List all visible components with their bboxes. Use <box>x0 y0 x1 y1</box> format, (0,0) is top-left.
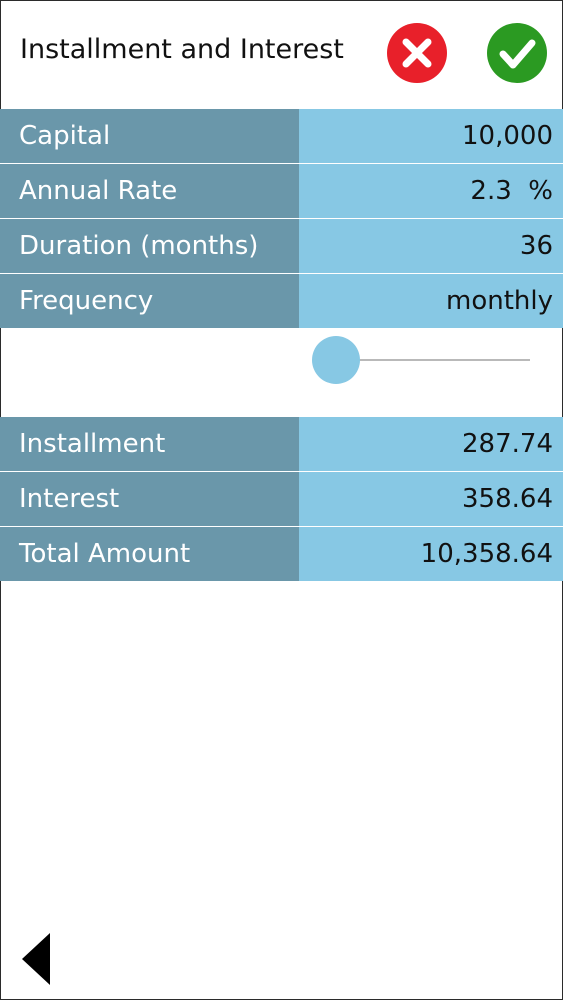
frequency-selector[interactable]: monthly <box>299 274 563 328</box>
slider-track[interactable] <box>336 359 530 361</box>
duration-row: Duration (months) 36 <box>0 219 563 274</box>
back-button[interactable] <box>20 931 52 987</box>
slider-thumb[interactable] <box>312 336 360 384</box>
check-icon <box>487 23 547 83</box>
interest-row: Interest 358.64 <box>0 472 563 527</box>
installment-label: Installment <box>0 417 299 471</box>
total-amount-label: Total Amount <box>0 527 299 581</box>
capital-label: Capital <box>0 109 299 163</box>
capital-field[interactable]: 10,000 <box>299 109 563 163</box>
annual-rate-row: Annual Rate 2.3 % <box>0 164 563 219</box>
duration-field[interactable]: 36 <box>299 219 563 273</box>
capital-row: Capital 10,000 <box>0 109 563 164</box>
back-arrow-icon <box>22 933 50 985</box>
interest-label: Interest <box>0 472 299 526</box>
confirm-button[interactable] <box>487 23 547 83</box>
annual-rate-field[interactable]: 2.3 % <box>299 164 563 218</box>
annual-rate-label: Annual Rate <box>0 164 299 218</box>
installment-value: 287.74 <box>299 417 563 471</box>
close-icon <box>387 23 447 83</box>
duration-label: Duration (months) <box>0 219 299 273</box>
results-table: Installment 287.74 Interest 358.64 Total… <box>0 417 563 581</box>
frequency-slider[interactable] <box>312 336 530 384</box>
header: Installment and Interest <box>0 0 563 108</box>
input-table: Capital 10,000 Annual Rate 2.3 % Duratio… <box>0 109 563 328</box>
frequency-label: Frequency <box>0 274 299 328</box>
installment-row: Installment 287.74 <box>0 417 563 472</box>
cancel-button[interactable] <box>387 23 447 83</box>
frequency-row: Frequency monthly <box>0 274 563 328</box>
interest-value: 358.64 <box>299 472 563 526</box>
total-amount-value: 10,358.64 <box>299 527 563 581</box>
page-title: Installment and Interest <box>20 34 344 65</box>
total-amount-row: Total Amount 10,358.64 <box>0 527 563 581</box>
